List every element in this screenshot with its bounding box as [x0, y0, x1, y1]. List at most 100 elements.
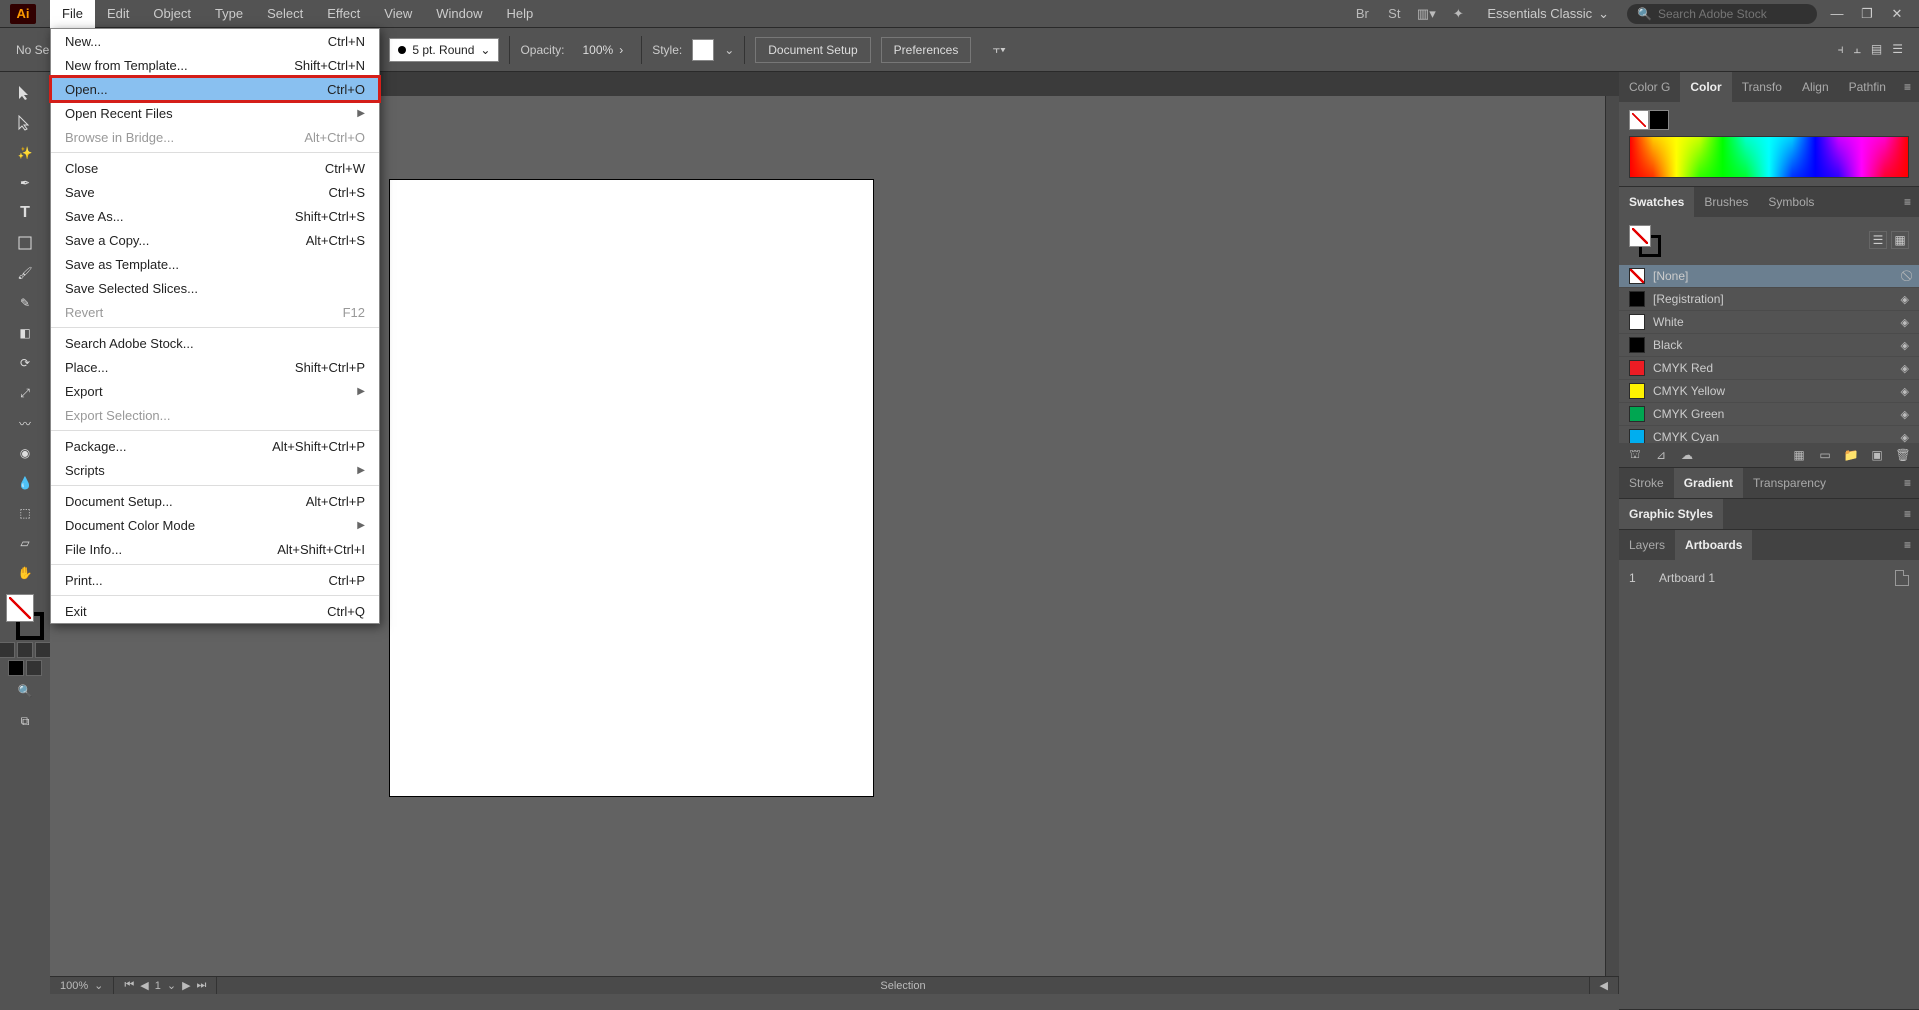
tab-layers[interactable]: Layers [1619, 530, 1675, 560]
menu-item-save-selected-slices[interactable]: Save Selected Slices... [51, 276, 379, 300]
menu-item-open-recent-files[interactable]: Open Recent Files▶ [51, 101, 379, 125]
blend-tool[interactable]: ⬚ [6, 498, 44, 528]
menu-item-new[interactable]: New...Ctrl+N [51, 29, 379, 53]
rectangle-tool[interactable] [6, 228, 44, 258]
menu-item-document-color-mode[interactable]: Document Color Mode▶ [51, 513, 379, 537]
zoom-field[interactable]: 100%⌄ [50, 977, 114, 994]
icon-group[interactable]: ⫞ [1838, 42, 1844, 57]
tab-brushes[interactable]: Brushes [1694, 187, 1758, 217]
grid-view-icon[interactable]: ▦ [1891, 231, 1909, 249]
eyedropper-tool[interactable]: 💧 [6, 468, 44, 498]
swatch-row[interactable]: CMYK Green◈ [1619, 403, 1919, 426]
scroll-left-icon[interactable]: ◀ [1600, 979, 1608, 992]
none-mode-icon[interactable] [35, 642, 51, 658]
align-flyout-icon[interactable]: ⫟▾ [987, 42, 1011, 57]
stroke-swatch-small[interactable] [1649, 110, 1669, 130]
tab-transfo[interactable]: Transfo [1732, 72, 1792, 102]
menu-item-open[interactable]: Open...Ctrl+O [51, 77, 379, 101]
menu-effect[interactable]: Effect [315, 0, 372, 28]
pen-tool[interactable]: ✒ [6, 168, 44, 198]
menu-item-search-adobe-stock[interactable]: Search Adobe Stock... [51, 331, 379, 355]
zoom-tool[interactable]: 🔍 [6, 676, 44, 706]
draw-mode-icon[interactable] [8, 660, 24, 676]
menu-item-close[interactable]: CloseCtrl+W [51, 156, 379, 180]
gpu-icon[interactable]: ✦ [1447, 4, 1469, 24]
menu-item-package[interactable]: Package...Alt+Shift+Ctrl+P [51, 434, 379, 458]
panel-menu-icon[interactable]: ≡ [1896, 195, 1919, 209]
workspace-switcher[interactable]: Essentials Classic ⌄ [1479, 4, 1617, 24]
arrange-icon[interactable]: ▥▾ [1415, 4, 1437, 24]
tab-align[interactable]: Align [1792, 72, 1839, 102]
new-folder-icon[interactable]: 📁 [1843, 447, 1859, 463]
fill-swatch[interactable] [6, 594, 34, 622]
selection-tool[interactable] [6, 78, 44, 108]
artboard-row[interactable]: 1Artboard 1 [1619, 564, 1919, 592]
menu-item-scripts[interactable]: Scripts▶ [51, 458, 379, 482]
icon-group[interactable]: ▤ [1871, 42, 1882, 57]
menu-item-place[interactable]: Place...Shift+Ctrl+P [51, 355, 379, 379]
search-stock-input[interactable] [1652, 7, 1807, 21]
options-icon[interactable]: ▦ [1791, 447, 1807, 463]
color-spectrum[interactable] [1629, 136, 1909, 178]
opacity-field[interactable]: 100% › [574, 38, 631, 62]
pencil-tool[interactable]: ✎ [6, 288, 44, 318]
cloud-icon[interactable]: ☁ [1679, 447, 1695, 463]
menu-item-export[interactable]: Export▶ [51, 379, 379, 403]
shape-builder-tool[interactable]: ◉ [6, 438, 44, 468]
draw-behind-icon[interactable] [26, 660, 42, 676]
menu-item-document-setup[interactable]: Document Setup...Alt+Ctrl+P [51, 489, 379, 513]
menu-item-export-selection[interactable]: Export Selection... [51, 403, 379, 427]
menu-item-save-as-template[interactable]: Save as Template... [51, 252, 379, 276]
menu-help[interactable]: Help [494, 0, 545, 28]
paintbrush-tool[interactable]: 🖌 [6, 258, 44, 288]
gradient-mode-icon[interactable] [17, 642, 33, 658]
artboard-tool[interactable]: ▱ [6, 528, 44, 558]
screen-mode-icon[interactable]: ⧉ [6, 706, 44, 736]
close-icon[interactable]: ✕ [1887, 4, 1907, 24]
menu-item-save[interactable]: SaveCtrl+S [51, 180, 379, 204]
menu-select[interactable]: Select [255, 0, 315, 28]
preferences-button[interactable]: Preferences [881, 37, 972, 63]
magic-wand-tool[interactable]: ✨ [6, 138, 44, 168]
artboard-nav[interactable]: ⏮◀1⌄▶⏭ [114, 977, 217, 994]
trash-icon[interactable]: 🗑 [1895, 447, 1911, 463]
menu-item-new-from-template[interactable]: New from Template...Shift+Ctrl+N [51, 53, 379, 77]
restore-icon[interactable]: ❐ [1857, 4, 1877, 24]
minimize-icon[interactable]: — [1827, 4, 1847, 24]
panel-menu-icon[interactable]: ≡ [1896, 80, 1919, 94]
swatch-row[interactable]: CMYK Yellow◈ [1619, 380, 1919, 403]
direct-selection-tool[interactable] [6, 108, 44, 138]
search-stock[interactable]: 🔍 [1627, 4, 1817, 24]
menu-type[interactable]: Type [203, 0, 255, 28]
library-icon[interactable]: ⛫ [1627, 447, 1643, 463]
fill-stroke-indicator[interactable] [6, 594, 44, 640]
new-swatch-icon[interactable]: ▣ [1869, 447, 1885, 463]
color-mode-icon[interactable] [0, 642, 15, 658]
bridge-icon[interactable]: Br [1351, 4, 1373, 24]
menu-view[interactable]: View [372, 0, 424, 28]
group-icon[interactable]: ▭ [1817, 447, 1833, 463]
fill-swatch-small[interactable] [1629, 110, 1649, 130]
menu-item-save-as[interactable]: Save As...Shift+Ctrl+S [51, 204, 379, 228]
menu-icon[interactable]: ☰ [1892, 42, 1903, 57]
hand-tool[interactable]: ✋ [6, 558, 44, 588]
menu-object[interactable]: Object [141, 0, 203, 28]
swatch-row[interactable]: Black◈ [1619, 334, 1919, 357]
panel-menu-icon[interactable]: ≡ [1896, 507, 1919, 521]
document-setup-button[interactable]: Document Setup [755, 37, 870, 63]
menu-icon[interactable]: ⊿ [1653, 447, 1669, 463]
type-tool[interactable]: T [6, 198, 44, 228]
chevron-down-icon[interactable]: ⌄ [724, 43, 734, 57]
tab-pathfin[interactable]: Pathfin [1839, 72, 1896, 102]
tab-symbols[interactable]: Symbols [1758, 187, 1824, 217]
menu-item-save-a-copy[interactable]: Save a Copy...Alt+Ctrl+S [51, 228, 379, 252]
menu-item-exit[interactable]: ExitCtrl+Q [51, 599, 379, 623]
menu-edit[interactable]: Edit [95, 0, 141, 28]
list-view-icon[interactable]: ☰ [1869, 231, 1887, 249]
swatch-row[interactable]: CMYK Cyan◈ [1619, 426, 1919, 443]
width-tool[interactable]: 〰 [6, 408, 44, 438]
vertical-scrollbar[interactable] [1605, 96, 1619, 976]
tab-color-g[interactable]: Color G [1619, 72, 1680, 102]
tab-artboards[interactable]: Artboards [1675, 530, 1752, 560]
menu-item-browse-in-bridge[interactable]: Browse in Bridge...Alt+Ctrl+O [51, 125, 379, 149]
